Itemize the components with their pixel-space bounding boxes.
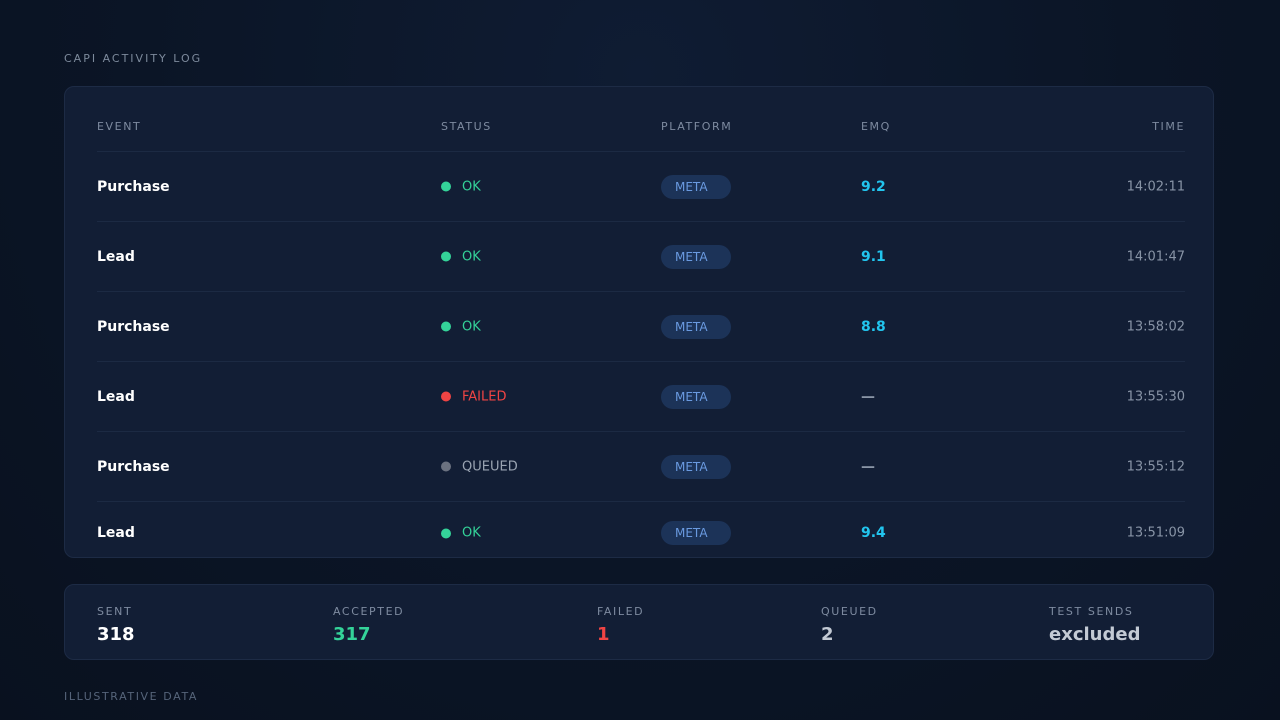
emq-score: 9.1 (861, 248, 886, 265)
stat-failed: FAILED 1 (597, 605, 644, 645)
status-label: FAILED (462, 389, 507, 404)
stat-value: 317 (333, 624, 371, 645)
event-time: 13:55:12 (1126, 459, 1185, 474)
table-row[interactable]: Purchase QUEUED META — 13:55:12 (97, 432, 1185, 502)
emq-score: 8.8 (861, 318, 886, 335)
status-dot-icon (441, 528, 451, 538)
emq-score: — (861, 388, 875, 405)
footer-note: ILLUSTRATIVE DATA (64, 690, 199, 703)
emq-score: 9.2 (861, 178, 886, 195)
event-time: 13:51:09 (1126, 525, 1185, 541)
emq-score: — (861, 458, 875, 475)
status-cell: OK (441, 319, 481, 334)
table-header: EVENT STATUS PLATFORM EMQ TIME (97, 87, 1185, 152)
activity-table: EVENT STATUS PLATFORM EMQ TIME Purchase … (97, 87, 1185, 564)
page-title: CAPI ACTIVITY LOG (64, 52, 203, 65)
platform-badge: META (661, 521, 731, 545)
table-row[interactable]: Lead OK META 9.1 14:01:47 (97, 222, 1185, 292)
event-name: Purchase (97, 458, 170, 475)
table-row[interactable]: Purchase OK META 9.2 14:02:11 (97, 152, 1185, 222)
status-label: OK (462, 525, 481, 541)
event-name: Purchase (97, 318, 170, 335)
status-label: OK (462, 179, 481, 194)
status-label: OK (462, 319, 481, 334)
status-dot-icon (441, 461, 451, 472)
column-header-emq: EMQ (861, 120, 891, 133)
status-label: QUEUED (462, 459, 518, 474)
stat-label: ACCEPTED (333, 605, 405, 618)
event-name: Lead (97, 388, 135, 405)
column-header-platform: PLATFORM (661, 120, 733, 133)
column-header-status: STATUS (441, 120, 492, 133)
emq-score: 9.4 (861, 525, 886, 541)
column-header-event: EVENT (97, 120, 142, 133)
platform-badge: META (661, 384, 731, 409)
event-name: Lead (97, 248, 135, 265)
status-dot-icon (441, 391, 451, 402)
event-name: Purchase (97, 178, 170, 195)
stat-sent: SENT 318 (97, 605, 135, 645)
stat-label: TEST SENDS (1049, 605, 1134, 618)
platform-badge: META (661, 244, 731, 269)
status-cell: OK (441, 526, 481, 541)
stat-value: 318 (97, 624, 135, 645)
column-header-time: TIME (1152, 120, 1185, 133)
status-label: OK (462, 249, 481, 264)
status-cell: OK (441, 249, 481, 264)
summary-card: SENT 318 ACCEPTED 317 FAILED 1 QUEUED 2 … (64, 584, 1214, 660)
stat-accepted: ACCEPTED 317 (333, 605, 404, 645)
activity-log-card: EVENT STATUS PLATFORM EMQ TIME Purchase … (64, 86, 1214, 558)
platform-badge: META (661, 314, 731, 339)
table-row[interactable]: Purchase OK META 8.8 13:58:02 (97, 292, 1185, 362)
stat-test-sends: TEST SENDS excluded (1049, 605, 1140, 645)
stat-value: 1 (597, 624, 610, 645)
event-time: 14:01:47 (1126, 249, 1185, 264)
status-cell: FAILED (441, 389, 506, 404)
table-row[interactable]: Lead FAILED META — 13:55:30 (97, 362, 1185, 432)
stat-value: excluded (1049, 624, 1141, 645)
event-name: Lead (97, 525, 135, 541)
stat-label: SENT (97, 605, 133, 618)
platform-badge: META (661, 174, 731, 199)
platform-badge: META (661, 454, 731, 479)
status-dot-icon (441, 181, 451, 192)
stat-value: 2 (821, 624, 834, 645)
event-time: 13:58:02 (1126, 319, 1185, 334)
stat-label: QUEUED (821, 605, 878, 618)
status-cell: QUEUED (441, 459, 518, 474)
status-dot-icon (441, 321, 451, 332)
stat-label: FAILED (597, 605, 645, 618)
event-time: 14:02:11 (1126, 179, 1185, 194)
capi-activity-page: CAPI ACTIVITY LOG EVENT STATUS PLATFORM … (0, 0, 1280, 720)
event-time: 13:55:30 (1126, 389, 1185, 404)
status-cell: OK (441, 179, 481, 194)
stat-queued: QUEUED 2 (821, 605, 878, 645)
status-dot-icon (441, 251, 451, 262)
table-row[interactable]: Lead OK META 9.4 13:51:09 (97, 502, 1185, 564)
